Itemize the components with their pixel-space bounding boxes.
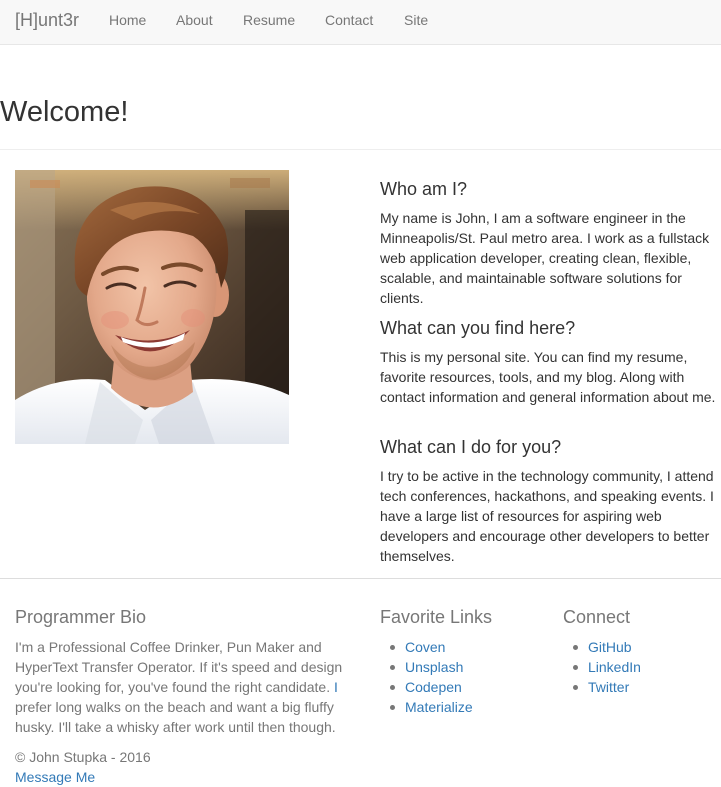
- link-label[interactable]: LinkedIn: [588, 659, 641, 675]
- link-label[interactable]: Unsplash: [405, 659, 463, 675]
- navbar-brand[interactable]: [H]unt3r: [15, 10, 79, 30]
- favorite-link-materialize[interactable]: Materialize: [390, 697, 473, 717]
- copyright-text: © John Stupka - 2016: [15, 749, 151, 765]
- nav-item-site[interactable]: Site: [404, 12, 428, 28]
- nav-item-contact[interactable]: Contact: [325, 12, 373, 28]
- what-can-i-do-heading: What can I do for you?: [380, 437, 562, 457]
- favorite-links-list: Coven Unsplash Codepen Materialize: [390, 637, 473, 717]
- connect-link-twitter[interactable]: Twitter: [573, 677, 641, 697]
- footer-divider: [0, 578, 721, 579]
- bullet-icon: [390, 645, 395, 650]
- bullet-icon: [390, 685, 395, 690]
- link-label[interactable]: GitHub: [588, 639, 632, 655]
- navbar: [H]unt3r Home About Resume Contact Site: [0, 0, 721, 45]
- connect-heading: Connect: [563, 607, 631, 627]
- bullet-icon: [573, 685, 578, 690]
- message-me-link[interactable]: Message Me: [15, 767, 95, 787]
- who-am-i-text: My name is John, I am a software enginee…: [380, 210, 710, 306]
- page-title: Welcome!: [0, 96, 129, 128]
- connect-link-github[interactable]: GitHub: [573, 637, 641, 657]
- connect-list: GitHub LinkedIn Twitter: [573, 637, 641, 697]
- favorite-link-codepen[interactable]: Codepen: [390, 677, 473, 697]
- bullet-icon: [573, 645, 578, 650]
- header-divider: [0, 149, 721, 150]
- what-can-i-do-text: I try to be active in the technology com…: [380, 468, 714, 564]
- bullet-icon: [390, 705, 395, 710]
- bio-text-highlight: I: [334, 679, 338, 695]
- who-am-i-heading: Who am I?: [380, 179, 468, 199]
- favorite-link-unsplash[interactable]: Unsplash: [390, 657, 473, 677]
- programmer-bio-heading: Programmer Bio: [15, 607, 147, 627]
- profile-photo: [15, 170, 289, 444]
- what-can-you-find-heading: What can you find here?: [380, 318, 576, 338]
- bio-text-part: prefer long walks on the beach and want …: [15, 699, 336, 735]
- link-label[interactable]: Codepen: [405, 679, 462, 695]
- connect-link-linkedin[interactable]: LinkedIn: [573, 657, 641, 677]
- bio-text-part: I'm a Professional Coffee Drinker, Pun M…: [15, 639, 343, 695]
- link-label[interactable]: Materialize: [405, 699, 473, 715]
- link-label[interactable]: Coven: [405, 639, 445, 655]
- what-can-you-find-text: This is my personal site. You can find m…: [380, 349, 716, 405]
- nav-item-about[interactable]: About: [176, 12, 213, 28]
- link-label[interactable]: Twitter: [588, 679, 629, 695]
- favorite-link-coven[interactable]: Coven: [390, 637, 473, 657]
- nav-item-home[interactable]: Home: [109, 12, 146, 28]
- nav-item-resume[interactable]: Resume: [243, 12, 295, 28]
- programmer-bio-text: I'm a Professional Coffee Drinker, Pun M…: [15, 637, 355, 737]
- favorite-links-heading: Favorite Links: [380, 607, 493, 627]
- bullet-icon: [390, 665, 395, 670]
- bullet-icon: [573, 665, 578, 670]
